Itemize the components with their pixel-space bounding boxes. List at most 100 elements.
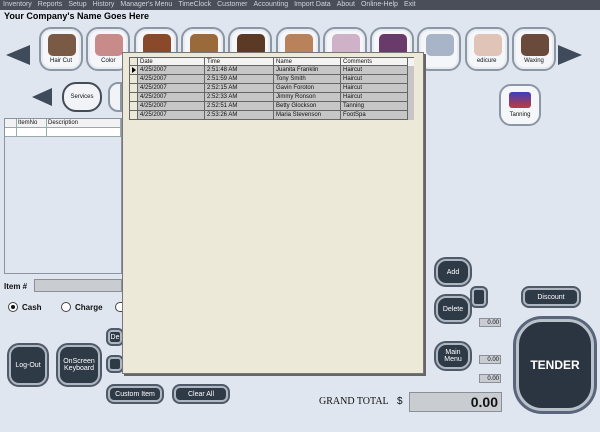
header-selector [5, 119, 17, 127]
cash-label: Cash [22, 302, 42, 312]
menu-item-customer[interactable]: Customer [214, 0, 250, 10]
service-label: edicure [476, 58, 497, 64]
row-itemno [17, 128, 47, 136]
radio-dot-selected [8, 302, 18, 312]
service-photo-icon [473, 34, 502, 56]
cell-date: 4/25/2007 [138, 75, 205, 84]
partial-button-1[interactable]: De [108, 330, 122, 344]
partial-right-button[interactable] [472, 288, 486, 306]
radio-dot [115, 302, 122, 312]
menu-item-accounting[interactable]: Accounting [250, 0, 291, 10]
service-photo-icon [95, 34, 124, 56]
tender-button[interactable]: TENDER [516, 319, 594, 411]
cell-date: 4/25/2007 [138, 66, 205, 75]
header-description: Description [47, 119, 121, 127]
cell-name: Maria Stevenson [274, 111, 341, 120]
appointments-popup[interactable]: Date Time Name Comments 4/25/2007 2:51:48… [122, 52, 424, 374]
charge-label: Charge [75, 302, 103, 312]
radio-dot [61, 302, 71, 312]
total-field: 0.00 [479, 374, 501, 383]
cell-time: 2:51:59 AM [205, 75, 274, 84]
cell-name: Gavin Foroton [274, 84, 341, 93]
menu-item-inventory[interactable]: Inventory [0, 0, 35, 10]
partial-button-2[interactable] [108, 357, 122, 371]
cell-comments: Haircut [341, 66, 408, 75]
cell-name: Juanita Franklin [274, 66, 341, 75]
row-selector [129, 66, 138, 75]
tanning-service-button[interactable]: Tanning [499, 84, 541, 126]
table-row[interactable]: 4/25/2007 2:51:59 AM Tony Smith Haircut [129, 75, 414, 84]
appointments-body: 4/25/2007 2:51:48 AM Juanita Franklin Hairc… [129, 66, 414, 120]
scroll-right-arrow-icon[interactable] [558, 45, 582, 65]
table-row[interactable]: 4/25/2007 2:52:15 AM Gavin Foroton Haircut [129, 84, 414, 93]
header-selector [129, 58, 138, 66]
service-button-10[interactable]: edicure [464, 27, 509, 71]
cell-comments: Haircut [341, 93, 408, 102]
onscreen-keyboard-button[interactable]: OnScreen Keyboard [58, 345, 100, 385]
menu-item-import-data[interactable]: Import Data [291, 0, 334, 10]
discount-button[interactable]: Discount [523, 288, 579, 306]
custom-item-button[interactable]: Custom Item [108, 386, 162, 402]
service-label: Waxing [524, 58, 544, 64]
table-row[interactable]: 4/25/2007 2:52:51 AM Betty Glockson Tanning [129, 102, 414, 111]
cell-time: 2:52:15 AM [205, 84, 274, 93]
tanning-bed-icon [509, 92, 531, 108]
current-row-pointer-icon [132, 67, 136, 73]
tax-field: 0.00 [479, 355, 501, 364]
menu-item-about[interactable]: About [334, 0, 358, 10]
cell-time: 2:51:48 AM [205, 66, 274, 75]
service-button-1[interactable]: Hair Cut [39, 27, 83, 71]
grand-total-label: GRAND TOTAL [319, 396, 389, 407]
category-back-arrow-icon[interactable] [32, 88, 52, 106]
row-selector [129, 75, 138, 84]
appointments-header: Date Time Name Comments [129, 57, 414, 66]
table-row[interactable]: 4/25/2007 2:52:33 AM Jimmy Ronson Haircut [129, 93, 414, 102]
table-row[interactable] [5, 128, 121, 137]
cell-comments: FootSpa [341, 111, 408, 120]
appointments-grid[interactable]: Date Time Name Comments 4/25/2007 2:51:48… [129, 57, 414, 120]
payment-cash-radio[interactable]: Cash [8, 302, 42, 312]
service-photo-icon [48, 34, 76, 56]
sale-items-table[interactable]: ItemNo Description [4, 118, 122, 274]
cell-comments: Haircut [341, 84, 408, 93]
logout-button[interactable]: Log-Out [9, 345, 47, 385]
service-label: Hair Cut [49, 58, 72, 64]
service-button-11[interactable]: Waxing [512, 27, 556, 71]
grand-total-value: 0.00 [409, 392, 502, 412]
add-button[interactable]: Add [436, 259, 470, 285]
table-row[interactable]: 4/25/2007 2:51:48 AM Juanita Franklin Hairc… [129, 66, 414, 75]
menu-item-history[interactable]: History [90, 0, 118, 10]
cell-date: 4/25/2007 [138, 93, 205, 102]
tanning-label: Tanning [509, 112, 531, 118]
header-date: Date [138, 58, 205, 66]
payment-charge-radio[interactable]: Charge [61, 302, 103, 312]
row-selector [5, 128, 17, 136]
scroll-left-arrow-icon[interactable] [6, 45, 30, 65]
cell-time: 2:53:26 AM [205, 111, 274, 120]
menu-item-reports[interactable]: Reports [35, 0, 66, 10]
services-button[interactable]: Services [62, 82, 102, 112]
header-time: Time [205, 58, 274, 66]
table-row[interactable]: 4/25/2007 2:53:26 AM Maria Stevenson FootSp… [129, 111, 414, 120]
row-selector [129, 84, 138, 93]
menu-item-online-help[interactable]: Online-Help [358, 0, 401, 10]
menu-item-manager-s-menu[interactable]: Manager's Menu [117, 0, 175, 10]
cell-name: Betty Glockson [274, 102, 341, 111]
header-itemno: ItemNo [17, 119, 47, 127]
cell-name: Tony Smith [274, 75, 341, 84]
menu-item-setup[interactable]: Setup [65, 0, 89, 10]
category-button-partial[interactable] [108, 82, 122, 112]
sale-items-header: ItemNo Description [5, 119, 121, 128]
main-menu-button[interactable]: Main Menu [436, 343, 470, 369]
row-selector [129, 102, 138, 111]
service-photo-icon [521, 34, 549, 56]
item-number-label: Item # [4, 282, 28, 291]
company-name: Your Company's Name Goes Here [4, 11, 150, 21]
delete-button[interactable]: Delete [436, 296, 470, 322]
header-name: Name [274, 58, 341, 66]
menu-item-exit[interactable]: Exit [401, 0, 419, 10]
clear-all-button[interactable]: Clear All [174, 386, 228, 402]
service-photo-icon [426, 34, 455, 56]
menu-item-timeclock[interactable]: TimeClock [175, 0, 214, 10]
item-number-input[interactable] [34, 279, 122, 292]
